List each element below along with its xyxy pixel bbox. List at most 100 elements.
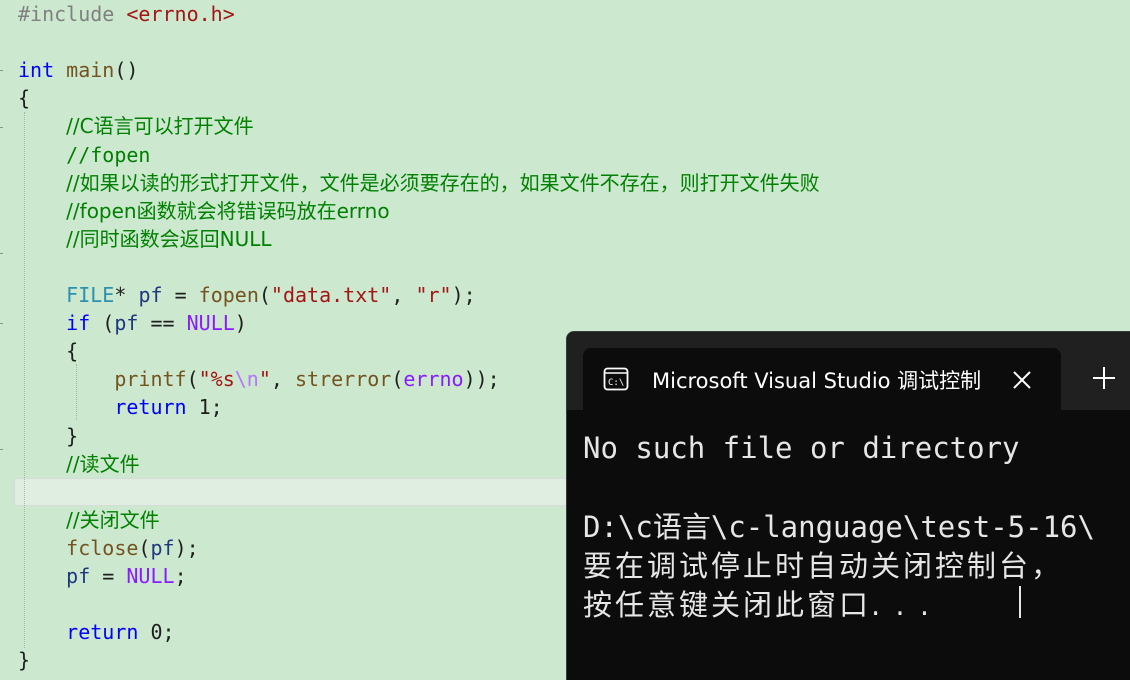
code-line[interactable]: //读文件	[18, 450, 140, 478]
code-line[interactable]: //fopen	[18, 141, 150, 169]
code-token: =	[162, 283, 199, 307]
code-token: //同时函数会返回NULL	[66, 227, 272, 251]
code-token: //C语言可以打开文件	[66, 114, 254, 138]
debug-console-window[interactable]: C:\ Microsoft Visual Studio 调试控制台 No suc…	[566, 331, 1130, 680]
console-tab-bar: C:\ Microsoft Visual Studio 调试控制台	[567, 332, 1130, 410]
code-line[interactable]: fclose(pf);	[18, 534, 199, 562]
code-line[interactable]: #include <errno.h>	[18, 0, 235, 28]
code-token: "r"	[415, 283, 452, 307]
code-token: //如果以读的形式打开文件，文件是必须要存在的，如果文件不存在，则打开文件失败	[66, 171, 820, 195]
code-line[interactable]: //fopen函数就会将错误码放在errno	[18, 197, 389, 225]
code-token: 1	[198, 395, 211, 419]
code-line[interactable]: int main()	[18, 56, 138, 84]
code-token: ==	[138, 311, 187, 335]
code-token: errno	[403, 367, 464, 391]
fold-marker	[0, 449, 3, 450]
code-token: )	[234, 311, 247, 335]
code-token: (	[391, 367, 404, 391]
code-token: printf	[114, 367, 187, 391]
code-token: ()	[114, 58, 139, 82]
code-line[interactable]: pf = NULL;	[18, 562, 187, 590]
code-token: *	[114, 283, 139, 307]
plus-icon[interactable]	[1089, 363, 1119, 393]
code-line[interactable]: //C语言可以打开文件	[18, 112, 254, 140]
code-token: ,	[270, 367, 295, 391]
code-token: {	[18, 86, 31, 110]
svg-text:C:\: C:\	[608, 378, 624, 388]
code-token: //关闭文件	[66, 508, 160, 532]
console-output-line: 按任意键关闭此窗口. . .	[583, 588, 933, 622]
console-output-line: No such file or directory	[583, 431, 1020, 465]
code-token: return	[66, 620, 139, 644]
fold-marker	[0, 127, 3, 128]
code-token: =	[90, 564, 127, 588]
code-token: ));	[463, 367, 500, 391]
code-token: {	[66, 339, 79, 363]
code-token: "	[258, 367, 271, 391]
fold-marker	[0, 323, 3, 324]
console-tab[interactable]: C:\ Microsoft Visual Studio 调试控制台	[583, 348, 1061, 410]
code-line[interactable]: }	[18, 646, 30, 674]
code-token: pf	[150, 536, 175, 560]
code-token: );	[451, 283, 476, 307]
text-cursor	[1019, 586, 1021, 618]
code-line[interactable]: printf("%s\n", strerror(errno));	[18, 365, 500, 393]
code-token: );	[174, 536, 199, 560]
code-token: pf	[138, 283, 163, 307]
code-line[interactable]: {	[18, 337, 78, 365]
code-line[interactable]: return 1;	[18, 393, 222, 421]
code-token: }	[66, 424, 79, 448]
code-token: ;	[162, 620, 175, 644]
code-line[interactable]: FILE* pf = fopen("data.txt", "r");	[18, 281, 476, 309]
code-token: ,	[391, 283, 416, 307]
code-token: NULL	[126, 564, 175, 588]
code-token: //fopen	[66, 143, 151, 167]
code-token: FILE	[66, 283, 115, 307]
console-output-line: 要在调试停止时自动关闭控制台，	[583, 549, 1064, 583]
fold-marker	[0, 70, 3, 71]
code-line[interactable]: //同时函数会返回NULL	[18, 225, 272, 253]
code-token: (	[138, 536, 151, 560]
code-token: pf	[66, 564, 91, 588]
code-line[interactable]: {	[18, 84, 30, 112]
code-line[interactable]: //关闭文件	[18, 506, 160, 534]
console-output-line: D:\c语言\c-language\test-5-16\	[583, 510, 1095, 544]
code-line[interactable]: }	[18, 422, 78, 450]
code-token: NULL	[186, 311, 235, 335]
code-token: <errno.h>	[126, 2, 235, 26]
code-line[interactable]: return 0;	[18, 618, 175, 646]
fold-marker	[0, 253, 3, 254]
code-token: ;	[174, 564, 187, 588]
code-line[interactable]: //如果以读的形式打开文件，文件是必须要存在的，如果文件不存在，则打开文件失败	[18, 169, 820, 197]
code-token: \n	[234, 367, 259, 391]
code-token: (	[258, 283, 271, 307]
code-token: 0	[150, 620, 163, 644]
code-token: main	[66, 58, 115, 82]
code-line[interactable]: if (pf == NULL)	[18, 309, 247, 337]
code-token: "data.txt"	[270, 283, 392, 307]
close-icon[interactable]	[1007, 365, 1037, 395]
code-token: (	[186, 367, 199, 391]
code-token: //读文件	[66, 452, 140, 476]
code-token: pf	[114, 311, 139, 335]
code-token: (	[90, 311, 115, 335]
console-tab-title: Microsoft Visual Studio 调试控制台	[652, 369, 980, 393]
code-token: int	[18, 58, 55, 82]
